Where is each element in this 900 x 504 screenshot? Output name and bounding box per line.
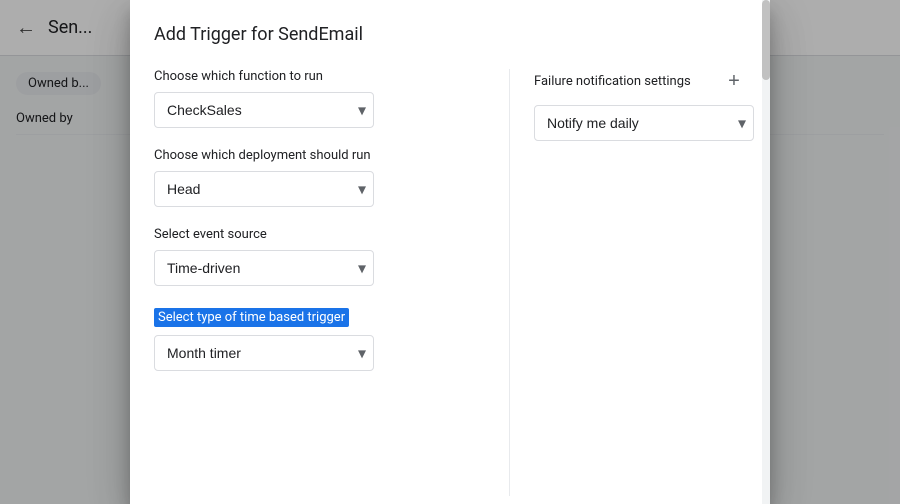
modal-body: Choose which function to run CheckSales … <box>130 61 770 504</box>
notify-select[interactable]: Notify me daily <box>534 105 754 141</box>
modal-right-panel: Failure notification settings + Notify m… <box>510 69 770 496</box>
function-group: Choose which function to run CheckSales … <box>154 69 485 128</box>
modal-header: Add Trigger for SendEmail <box>130 0 770 61</box>
modal-title: Add Trigger for SendEmail <box>154 24 746 45</box>
modal-dialog: Add Trigger for SendEmail Choose which f… <box>130 0 770 504</box>
time-trigger-select-wrapper: Month timer ▾ <box>154 335 374 371</box>
time-trigger-select[interactable]: Month timer <box>154 335 374 371</box>
scrollbar-track <box>762 61 770 504</box>
add-icon: + <box>728 70 740 93</box>
failure-section-header: Failure notification settings + <box>534 69 746 93</box>
event-source-select[interactable]: Time-driven <box>154 250 374 286</box>
add-failure-notification-button[interactable]: + <box>722 69 746 93</box>
modal-left-panel: Choose which function to run CheckSales … <box>130 69 510 496</box>
time-trigger-group: Select type of time based trigger Month … <box>154 306 485 371</box>
function-label: Choose which function to run <box>154 69 485 84</box>
event-source-label: Select event source <box>154 227 485 242</box>
deployment-select-wrapper: Head ▾ <box>154 171 374 207</box>
deployment-label: Choose which deployment should run <box>154 148 485 163</box>
time-trigger-label: Select type of time based trigger <box>154 308 349 327</box>
scrollbar-thumb[interactable] <box>762 61 770 80</box>
event-source-group: Select event source Time-driven ▾ <box>154 227 485 286</box>
function-select[interactable]: CheckSales <box>154 92 374 128</box>
deployment-select[interactable]: Head <box>154 171 374 207</box>
event-source-select-wrapper: Time-driven ▾ <box>154 250 374 286</box>
deployment-group: Choose which deployment should run Head … <box>154 148 485 207</box>
failure-section-title: Failure notification settings <box>534 74 691 89</box>
notify-select-wrapper: Notify me daily ▾ <box>534 105 754 141</box>
function-select-wrapper: CheckSales ▾ <box>154 92 374 128</box>
